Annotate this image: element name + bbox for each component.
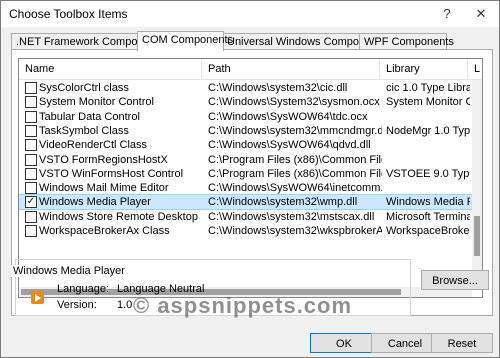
- row-name-cell: Windows Mail Mime Editor: [39, 182, 169, 195]
- row-library-cell: VSTOEE 9.0 Type Li...: [386, 167, 470, 180]
- choose-toolbox-items-dialog: Choose Toolbox Items ? ✕ .NET Framework …: [0, 0, 500, 358]
- row-name-cell: Tabular Data Control: [39, 110, 140, 123]
- row-library-cell: NodeMgr 1.0 Type...: [386, 124, 470, 137]
- tab-com-components[interactable]: COM Components: [137, 31, 233, 51]
- row-library-cell: Windows Media P...: [386, 196, 470, 209]
- language-label: Language:: [57, 283, 109, 295]
- row-name-cell: VSTO FormRegionsHostX: [39, 153, 168, 166]
- help-button[interactable]: ?: [433, 1, 461, 27]
- row-name-cell: WorkspaceBrokerAx Class: [39, 225, 170, 237]
- vertical-scroll-thumb[interactable]: [474, 216, 480, 256]
- row-path-cell: C:\Windows\system32\wkspbrokerAx.dll: [208, 225, 382, 237]
- list-header: Name Path Library L: [19, 59, 482, 80]
- cancel-button[interactable]: Cancel: [371, 333, 439, 353]
- row-library-cell: WorkspaceBroker...: [386, 225, 470, 237]
- row-library-cell: cic 1.0 Type Library: [386, 82, 470, 94]
- row-path-cell: C:\Program Files (x86)\Common Files\M...: [208, 153, 382, 166]
- title-bar: Choose Toolbox Items ? ✕: [1, 1, 499, 27]
- row-name-cell: Windows Store Remote Desktop Client...: [39, 210, 201, 223]
- browse-button[interactable]: Browse...: [421, 270, 489, 290]
- version-label: Version:: [57, 299, 97, 311]
- row-path-cell: C:\Program Files (x86)\Common Files\M...: [208, 167, 382, 180]
- row-path-cell: C:\Windows\System32\sysmon.ocx: [208, 96, 380, 109]
- row-name-cell: VSTO WinFormsHost Control: [39, 167, 184, 180]
- row-checkbox[interactable]: [25, 124, 37, 137]
- version-value: 1.0: [117, 299, 133, 311]
- row-name-cell: VideoRenderCtl Class: [39, 139, 148, 152]
- row-checkbox[interactable]: [25, 96, 37, 109]
- vertical-scrollbar[interactable]: [472, 80, 482, 285]
- column-header-library[interactable]: Library: [380, 59, 468, 79]
- row-name-cell: System Monitor Control: [39, 96, 154, 109]
- row-name-cell: TaskSymbol Class: [39, 124, 129, 137]
- column-header-name[interactable]: Name: [19, 59, 202, 79]
- watermark-text: © aspsnippets.com: [133, 293, 353, 318]
- row-path-cell: C:\Windows\system32\cic.dll: [208, 82, 348, 94]
- row-checkbox[interactable]: [25, 110, 37, 123]
- row-checkbox[interactable]: [25, 167, 37, 180]
- table-row[interactable]: ✓ Windows Media Player C:\Windows\system32…: [19, 194, 482, 211]
- row-checkbox[interactable]: [25, 139, 37, 152]
- table-row[interactable]: VideoRenderCtl Class C:\Windows\SysWOW64\…: [19, 138, 482, 152]
- tab-universal-windows-components[interactable]: Universal Windows Components: [222, 33, 386, 50]
- table-row[interactable]: WorkspaceBrokerAx Class C:\Windows\system…: [19, 224, 482, 238]
- row-checkbox[interactable]: [25, 153, 37, 166]
- row-path-cell: C:\Windows\SysWOW64\tdc.ocx: [208, 110, 368, 123]
- row-name-cell: SysColorCtrl class: [39, 82, 129, 94]
- row-checkbox[interactable]: [25, 82, 37, 94]
- media-player-icon: [31, 291, 44, 304]
- row-name-cell: Windows Media Player: [39, 196, 151, 209]
- row-checkbox[interactable]: [25, 225, 37, 237]
- table-row[interactable]: SysColorCtrl class C:\Windows\system32\ci…: [19, 81, 482, 95]
- ok-button[interactable]: OK: [310, 333, 378, 353]
- column-header-extra[interactable]: L: [468, 59, 482, 79]
- table-row[interactable]: Windows Mail Mime Editor C:\Windows\SysWO…: [19, 181, 482, 195]
- column-header-path[interactable]: Path: [202, 59, 380, 79]
- row-checkbox[interactable]: [25, 182, 37, 195]
- tab-wpf-components[interactable]: WPF Components: [359, 33, 454, 50]
- row-library-cell: [386, 153, 470, 167]
- row-checkbox[interactable]: [25, 210, 37, 223]
- row-library-cell: [386, 110, 470, 124]
- table-row[interactable]: VSTO FormRegionsHostX C:\Program Files (x…: [19, 153, 482, 167]
- table-row[interactable]: Windows Store Remote Desktop Client... C:…: [19, 210, 482, 224]
- row-path-cell: C:\Windows\system32\mmcndmgr.dll: [208, 124, 382, 137]
- row-path-cell: C:\Windows\SysWOW64\inetcomm.dll: [208, 182, 382, 195]
- row-library-cell: [386, 181, 470, 195]
- table-row[interactable]: TaskSymbol Class C:\Windows\system32\mmcn…: [19, 124, 482, 138]
- table-row[interactable]: System Monitor Control C:\Windows\System3…: [19, 95, 482, 109]
- row-path-cell: C:\Windows\system32\mstscax.dll: [208, 210, 375, 223]
- row-library-cell: Microsoft Termina...: [386, 210, 470, 223]
- row-checkbox[interactable]: ✓: [25, 196, 37, 209]
- window-title: Choose Toolbox Items: [9, 7, 128, 21]
- table-row[interactable]: VSTO WinFormsHost Control C:\Program File…: [19, 167, 482, 181]
- row-path-cell: C:\Windows\system32\wmp.dll: [208, 196, 358, 209]
- close-button[interactable]: ✕: [467, 1, 495, 27]
- tab-net-framework-components[interactable]: .NET Framework Components: [11, 33, 164, 50]
- details-group-title: Windows Media Player: [11, 265, 127, 277]
- row-path-cell: C:\Windows\SysWOW64\qdvd.dll: [208, 139, 371, 152]
- row-library-cell: [386, 138, 470, 152]
- reset-button[interactable]: Reset: [431, 333, 493, 353]
- table-row[interactable]: Tabular Data Control C:\Windows\SysWOW64\…: [19, 110, 482, 124]
- row-library-cell: System Monitor C...: [386, 96, 470, 109]
